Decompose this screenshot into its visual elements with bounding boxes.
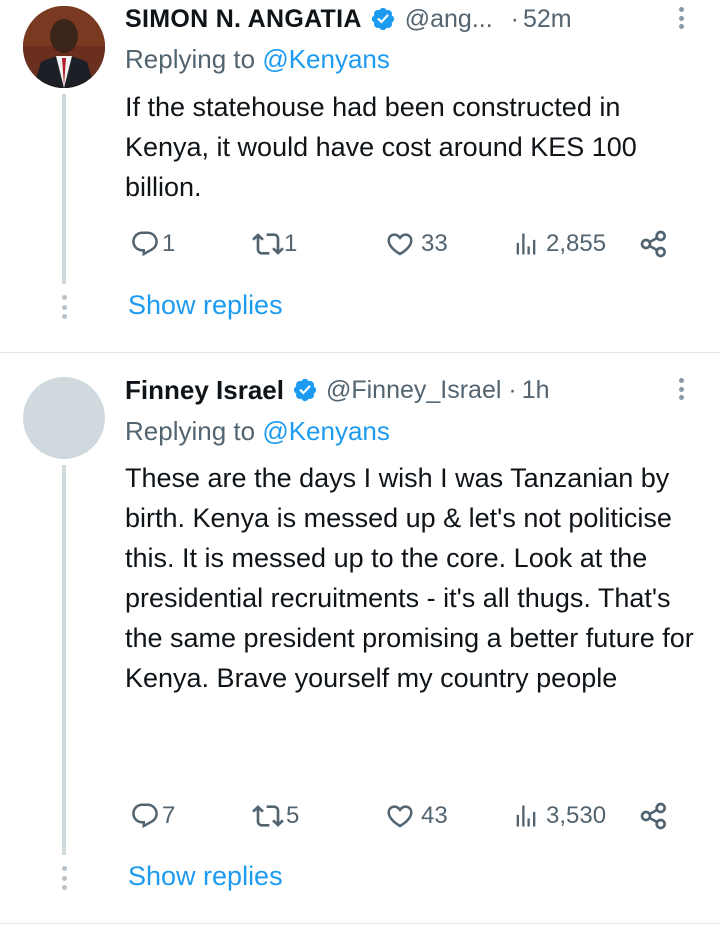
show-replies-link[interactable]: Show replies	[128, 290, 283, 321]
view-count: 3,530	[546, 802, 607, 829]
author-name[interactable]: SIMON N. ANGATIA	[125, 5, 362, 34]
views-button[interactable]: 3,530	[512, 800, 606, 832]
heart-icon	[387, 805, 413, 828]
thread-gap-dots	[61, 866, 67, 890]
avatar[interactable]	[23, 6, 105, 88]
tweet-text: These are the days I wish I was Tanzania…	[125, 463, 694, 693]
replying-prefix: Replying to	[125, 44, 256, 74]
tweet-header: Finney Israel @Finney_Israel · 1h	[125, 373, 550, 407]
more-options-icon[interactable]	[678, 378, 684, 400]
more-options-icon[interactable]	[678, 7, 684, 29]
retweet-count: 5	[286, 802, 300, 829]
verified-badge-icon	[293, 378, 317, 402]
separator-dot: ·	[510, 4, 519, 33]
retweet-button[interactable]: 5	[252, 800, 299, 832]
thread-line	[62, 465, 66, 855]
replying-to: Replying to @Kenyans	[125, 416, 390, 447]
reply-icon	[132, 803, 158, 829]
avatar-placeholder[interactable]	[23, 377, 105, 459]
replying-mention-link[interactable]: @Kenyans	[262, 416, 390, 446]
thread-line	[62, 94, 66, 284]
replying-to: Replying to @Kenyans	[125, 44, 390, 75]
reply-count: 7	[162, 802, 176, 829]
heart-icon	[387, 233, 413, 256]
retweet-icon	[252, 233, 284, 255]
reply-button[interactable]: 1	[130, 228, 175, 260]
retweet-icon	[252, 805, 284, 827]
share-icon	[640, 230, 666, 258]
views-icon	[516, 805, 536, 827]
profile-photo	[23, 6, 105, 88]
timestamp[interactable]: 52m	[523, 5, 572, 34]
author-name[interactable]: Finney Israel	[125, 375, 284, 406]
verified-badge-icon	[371, 7, 394, 31]
view-count: 2,855	[546, 230, 607, 257]
like-button[interactable]: 33	[385, 228, 448, 260]
like-button[interactable]: 43	[385, 800, 448, 832]
thread-gap-dots	[61, 295, 67, 319]
like-count: 43	[421, 802, 448, 829]
tweet-text: If the statehouse had been constructed i…	[125, 92, 637, 202]
divider	[0, 923, 720, 924]
share-button[interactable]	[638, 800, 670, 832]
retweet-button[interactable]: 1	[252, 228, 297, 260]
views-icon	[516, 233, 536, 255]
timestamp[interactable]: 1h	[522, 376, 550, 405]
reply-icon	[132, 231, 158, 257]
author-handle[interactable]: @Finney_Israel	[326, 376, 501, 405]
like-count: 33	[421, 230, 448, 257]
show-replies-link[interactable]: Show replies	[128, 861, 283, 892]
reply-button[interactable]: 7	[130, 800, 175, 832]
divider	[0, 352, 720, 353]
tweet-header: SIMON N. ANGATIA @ang... · 52m	[125, 2, 572, 36]
retweet-count: 1	[284, 230, 298, 257]
replying-mention-link[interactable]: @Kenyans	[262, 44, 390, 74]
separator-dot: ·	[508, 375, 517, 404]
reply-count: 1	[162, 230, 176, 257]
views-button[interactable]: 2,855	[512, 228, 606, 260]
share-button[interactable]	[638, 228, 670, 260]
share-icon	[640, 802, 666, 830]
replying-prefix: Replying to	[125, 416, 256, 446]
author-handle[interactable]: @ang...	[405, 5, 493, 34]
